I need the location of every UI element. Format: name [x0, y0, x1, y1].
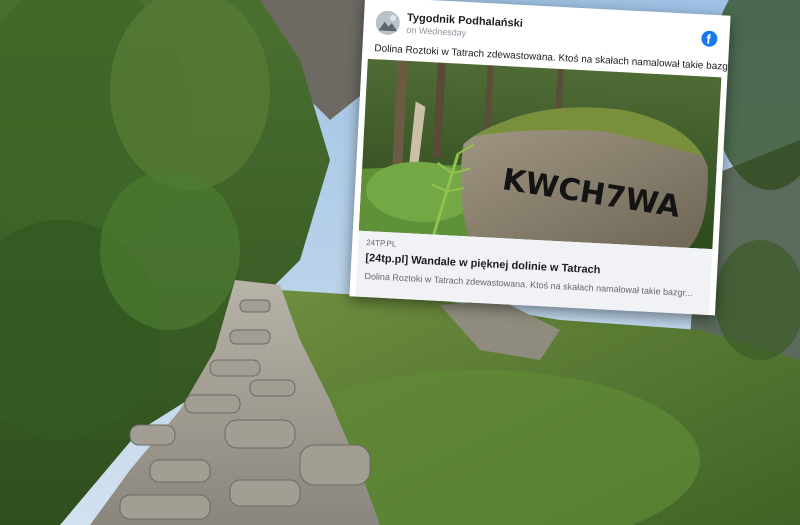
facebook-post-card[interactable]: Tygodnik Podhalański on Wednesday f Doli… — [349, 0, 731, 316]
post-meta: Tygodnik Podhalański on Wednesday — [406, 12, 523, 42]
post-header: Tygodnik Podhalański on Wednesday — [375, 7, 523, 45]
page-avatar[interactable] — [375, 10, 401, 36]
facebook-icon: f — [700, 30, 718, 48]
link-domain: 24TP.PL — [365, 238, 397, 249]
post-photo[interactable]: KWCH7WA — [358, 58, 722, 250]
graffiti-boulder-photo: KWCH7WA — [358, 58, 722, 250]
link-description: Dolina Roztoki w Tatrach zdewastowana. K… — [364, 270, 693, 299]
